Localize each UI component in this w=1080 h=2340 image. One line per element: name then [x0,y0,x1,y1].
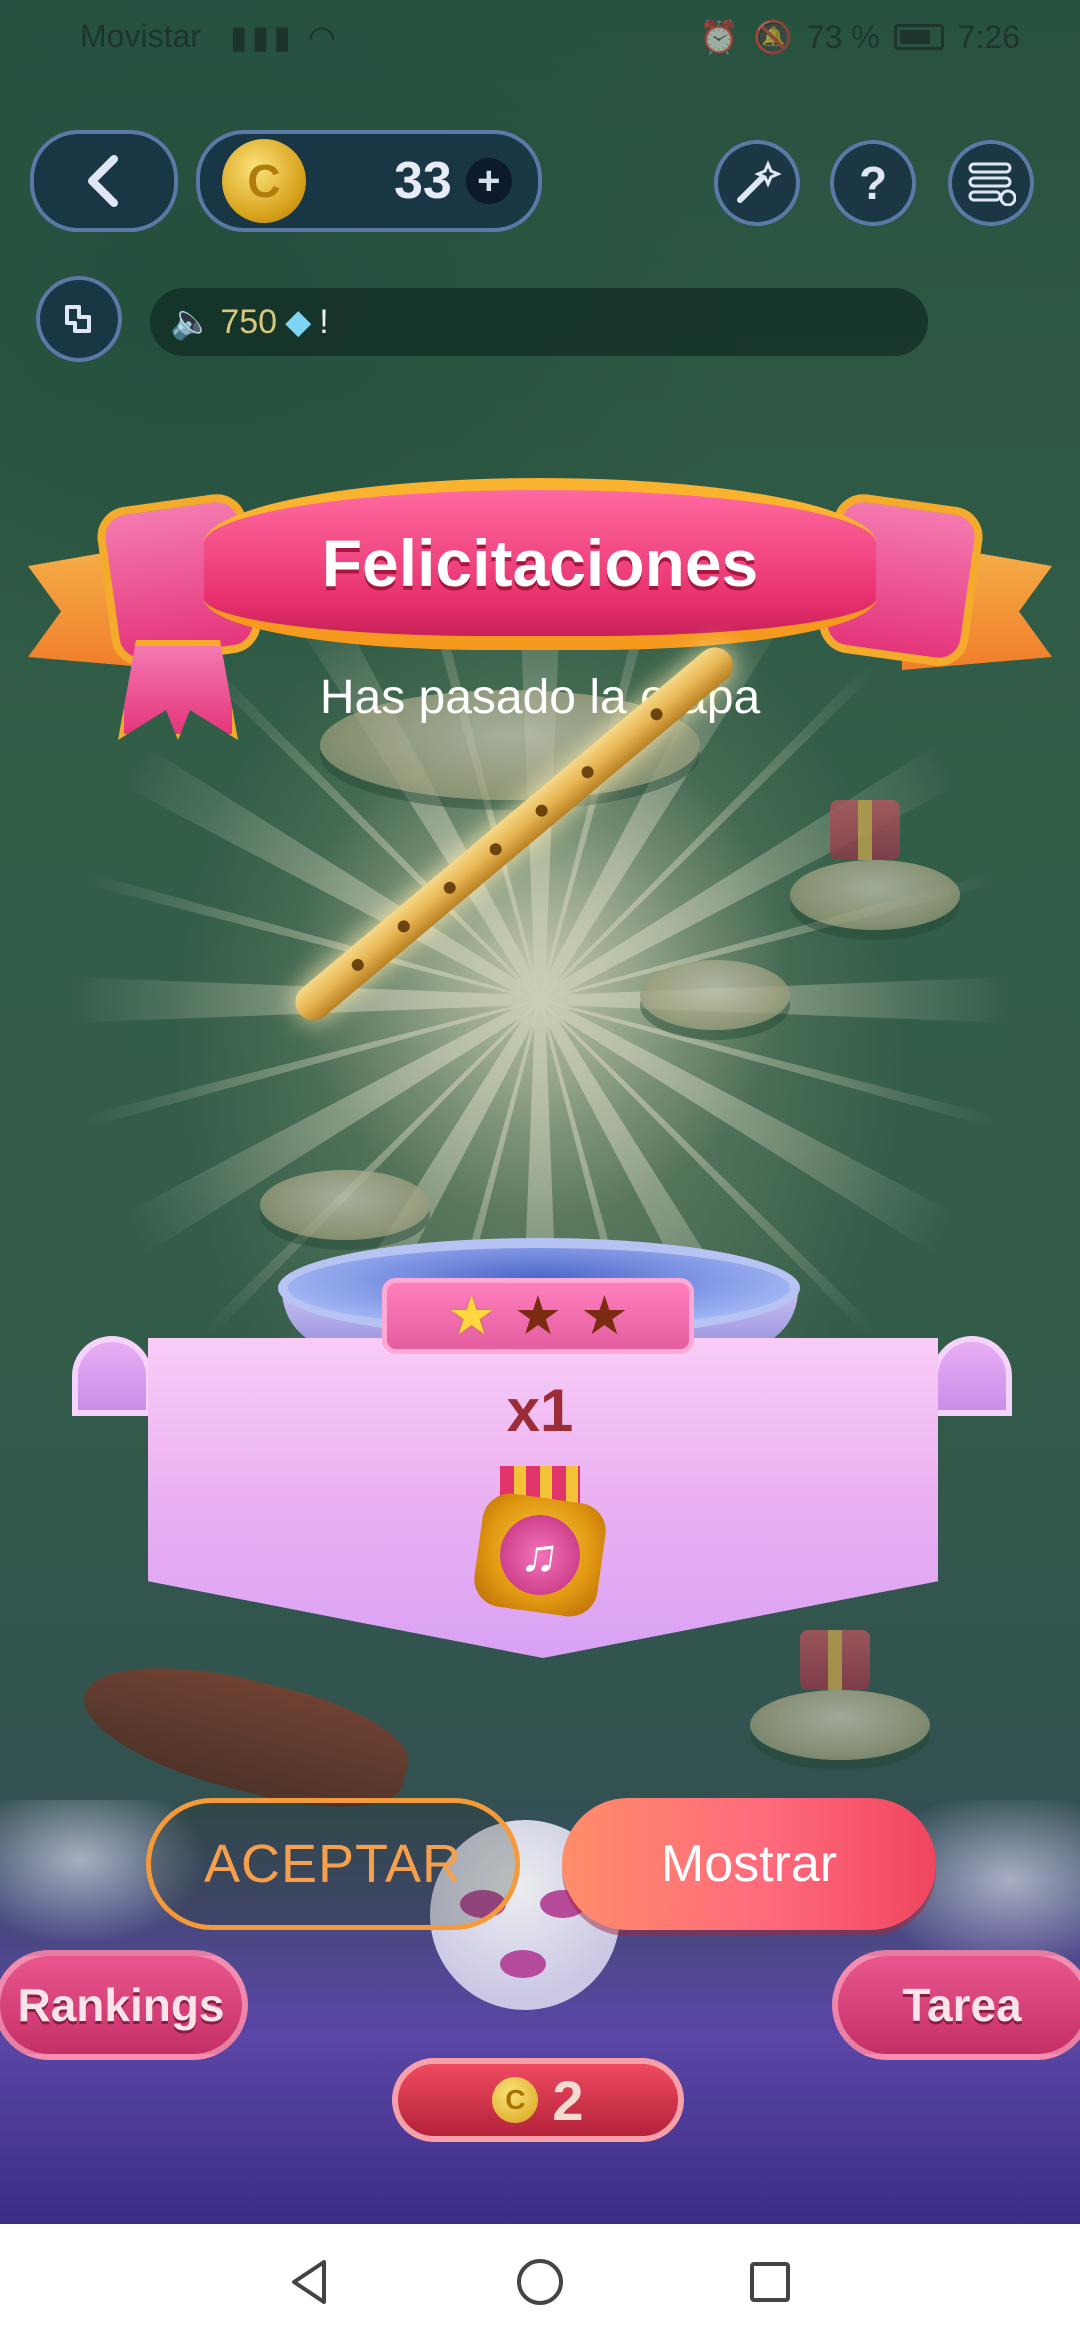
dialog-subtitle: Has pasado la etapa [319,671,761,724]
help-button[interactable]: ? [830,140,916,226]
side-menu-button[interactable] [36,276,122,362]
menu-list-icon [968,162,1016,206]
nav-recents-button[interactable] [742,2254,798,2310]
magic-wand-button[interactable] [714,140,800,226]
map-icon [65,305,91,333]
play-cost-value: 2 [552,2068,584,2132]
add-coins-button[interactable]: + [465,158,512,204]
ticker-suffix: ! [319,302,329,341]
coin-icon: C [222,139,306,223]
square-recents-icon [750,2262,790,2302]
nav-home-button[interactable] [512,2254,568,2310]
chevron-left-icon [88,155,118,207]
music-note-icon: ♫ [494,1509,586,1601]
menu-button[interactable] [948,140,1034,226]
star-empty-icon: ★ [580,1286,629,1346]
circle-home-icon [517,2259,563,2305]
task-tab[interactable]: Tarea [832,1950,1080,2060]
coin-icon: C [492,2077,539,2123]
battery-icon [893,24,944,50]
accept-button[interactable]: ACEPTAR [146,1798,520,1930]
nav-back-button[interactable] [282,2254,338,2310]
navigation-bar [0,2224,1080,2340]
ticker-amount: 750 [220,302,278,341]
star-empty-icon: ★ [513,1286,563,1346]
diamond-icon: ◆ [285,303,312,341]
signal-wifi-icon: ▮▮▮ ◠ [230,19,340,55]
show-button[interactable]: Mostrar [562,1798,936,1930]
status-bar: Movistar ▮▮▮ ◠ ⏰ 🔕 73 % 7:26 [0,0,1080,72]
speaker-icon: 🔈 [170,303,213,341]
reward-count: x1 [506,1377,574,1444]
star-rating: ★ ★ ★ [382,1278,694,1354]
news-ticker: 🔈 750 ◆ ! [150,288,928,356]
title-ribbon: Felicitaciones [204,478,876,650]
rankings-tab[interactable]: Rankings [0,1950,248,2060]
music-medal-icon: ♫ [470,1466,610,1621]
back-button[interactable] [30,130,178,232]
coin-count: 33 [394,152,452,210]
play-cost[interactable]: C 2 [392,2058,684,2142]
triangle-back-icon [292,2260,326,2304]
clock: 7:26 [957,18,1020,55]
mute-icon: 🔕 [752,19,793,55]
magic-wand-icon [737,160,782,203]
alarm-icon: ⏰ [699,19,739,55]
star-filled-icon: ★ [447,1286,496,1346]
dialog-title: Felicitaciones [321,526,759,600]
carrier-name: Movistar [80,18,201,54]
coin-balance: C 33 + [196,130,542,232]
battery-percent: 73 % [806,18,880,55]
